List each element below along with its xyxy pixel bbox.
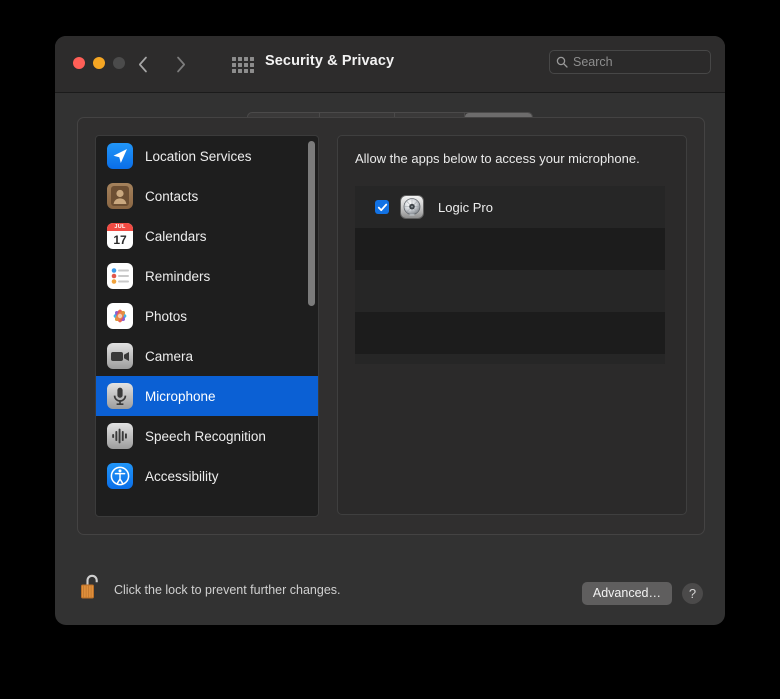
sidebar-scrollbar-thumb[interactable] xyxy=(308,141,315,306)
panel-description: Allow the apps below to access your micr… xyxy=(355,151,640,166)
search-field[interactable] xyxy=(549,50,711,74)
sidebar-item-location-services[interactable]: Location Services xyxy=(96,136,318,176)
sidebar-scrollbar[interactable] xyxy=(308,139,315,513)
sidebar-item-label: Photos xyxy=(145,308,188,324)
app-checkbox[interactable] xyxy=(375,200,389,214)
help-button[interactable]: ? xyxy=(682,583,703,604)
app-row-empty xyxy=(355,354,665,364)
close-button[interactable] xyxy=(73,57,85,69)
sidebar-item-contacts[interactable]: Contacts xyxy=(96,176,318,216)
sidebar-item-accessibility[interactable]: Accessibility xyxy=(96,456,318,496)
allowed-apps-list[interactable]: Logic Pro xyxy=(355,186,665,364)
calendar-icon: JUL 17 xyxy=(107,223,133,249)
sidebar-item-label: Accessibility xyxy=(145,468,219,484)
search-icon xyxy=(556,56,568,68)
sidebar-item-label: Contacts xyxy=(145,188,199,204)
lock-area[interactable]: Click the lock to prevent further change… xyxy=(80,573,341,607)
app-row-empty xyxy=(355,270,665,312)
sidebar-item-camera[interactable]: Camera xyxy=(96,336,318,376)
page-title: Security & Privacy xyxy=(265,53,395,69)
reminders-icon xyxy=(107,263,133,289)
minimize-button[interactable] xyxy=(93,57,105,69)
logic-pro-icon xyxy=(400,195,424,219)
screen: Security & Privacy GeneralFileVaultFirew… xyxy=(0,0,780,699)
advanced-button[interactable]: Advanced… xyxy=(581,582,672,605)
navigation-arrows xyxy=(134,50,190,78)
forward-chevron-icon[interactable] xyxy=(172,50,190,78)
sidebar-item-label: Camera xyxy=(145,348,194,364)
photos-icon xyxy=(107,303,133,329)
sidebar-item-calendars[interactable]: JUL 17 Calendars xyxy=(96,216,318,256)
search-input[interactable] xyxy=(573,55,704,69)
sidebar-item-photos[interactable]: Photos xyxy=(96,296,318,336)
sidebar-item-label: Location Services xyxy=(145,148,252,164)
window-titlebar: Security & Privacy xyxy=(55,36,725,93)
sidebar-item-label: Microphone xyxy=(145,388,216,404)
unlocked-padlock-icon[interactable] xyxy=(80,573,103,607)
location-arrow-icon xyxy=(107,143,133,169)
zoom-button[interactable] xyxy=(113,57,125,69)
sidebar-item-label: Reminders xyxy=(145,268,211,284)
contacts-icon xyxy=(107,183,133,209)
show-all-grid-icon[interactable] xyxy=(232,57,254,73)
app-name: Logic Pro xyxy=(438,199,493,215)
app-row[interactable]: Logic Pro xyxy=(355,186,665,228)
sidebar-item-speech-recognition[interactable]: Speech Recognition xyxy=(96,416,318,456)
privacy-panel: Location Services Contacts JUL 17 Calendars R… xyxy=(77,117,705,535)
accessibility-icon xyxy=(107,463,133,489)
footer-actions: Advanced… ? xyxy=(581,582,703,605)
app-row-empty xyxy=(355,312,665,354)
sidebar-item-microphone[interactable]: Microphone xyxy=(96,376,318,416)
camera-icon xyxy=(107,343,133,369)
sidebar-item-label: Speech Recognition xyxy=(145,428,266,444)
privacy-service-list[interactable]: Location Services Contacts JUL 17 Calendars R… xyxy=(95,135,319,517)
sidebar-item-label: Calendars xyxy=(145,228,207,244)
system-preferences-window: Security & Privacy GeneralFileVaultFirew… xyxy=(55,36,725,625)
traffic-light-buttons xyxy=(73,57,125,69)
lock-message: Click the lock to prevent further change… xyxy=(114,583,341,597)
microphone-icon xyxy=(107,383,133,409)
microphone-detail-panel: Allow the apps below to access your micr… xyxy=(337,135,687,515)
app-row-empty xyxy=(355,228,665,270)
sidebar-item-reminders[interactable]: Reminders xyxy=(96,256,318,296)
privacy-service-items: Location Services Contacts JUL 17 Calendars R… xyxy=(96,136,318,496)
waveform-icon xyxy=(107,423,133,449)
back-chevron-icon[interactable] xyxy=(134,50,152,78)
